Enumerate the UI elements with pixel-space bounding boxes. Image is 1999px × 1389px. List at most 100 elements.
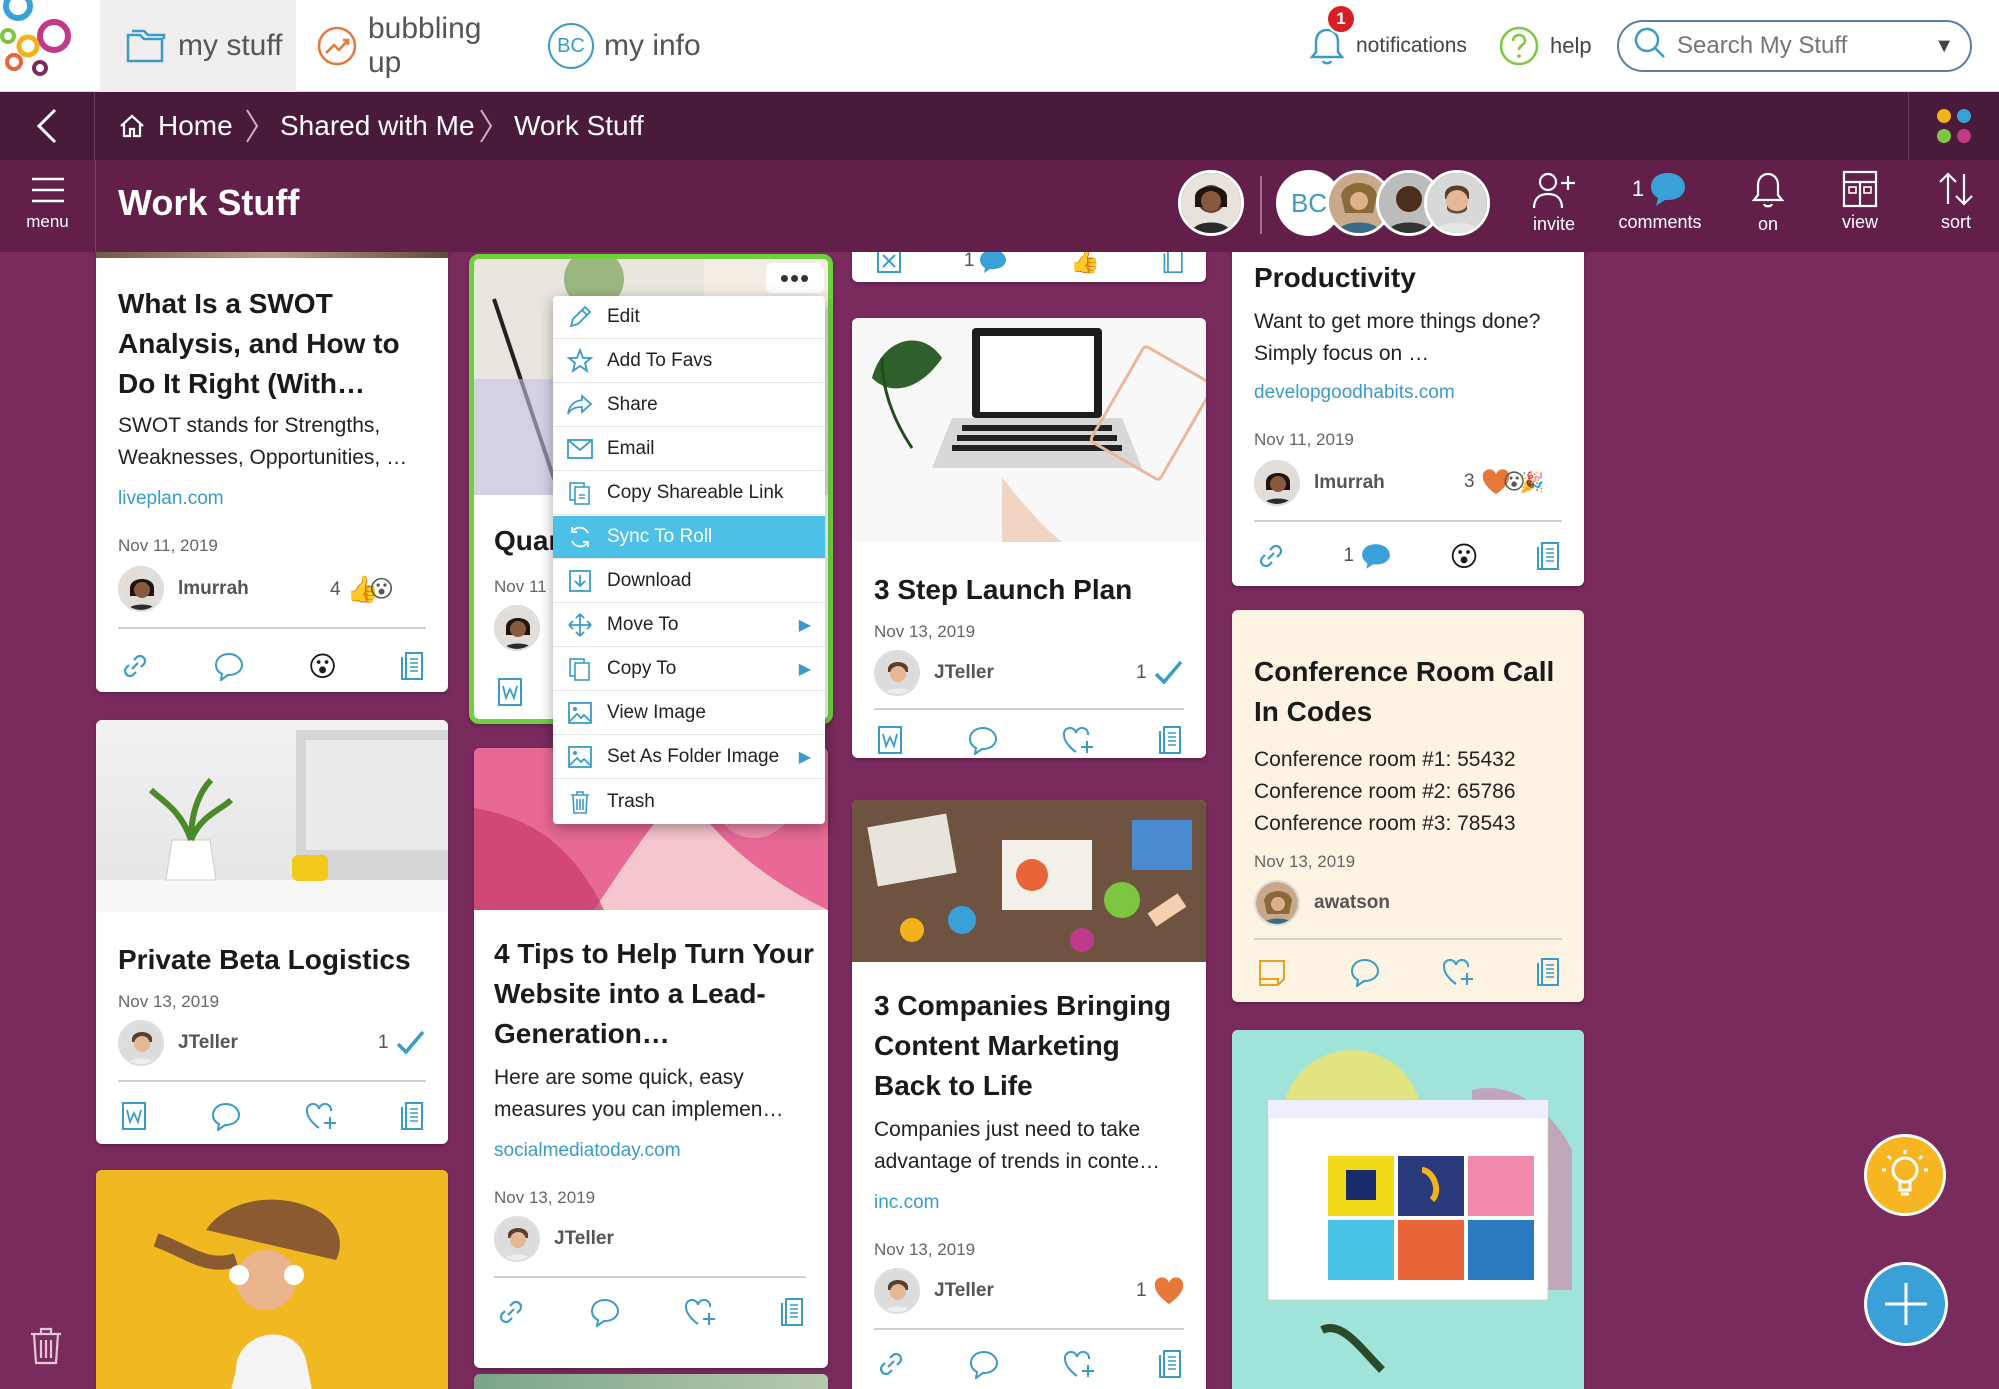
comment-icon[interactable] bbox=[213, 651, 245, 681]
menu-item-email[interactable]: Email bbox=[553, 428, 825, 471]
word-doc-icon[interactable] bbox=[496, 677, 524, 707]
breadcrumb-shared-with-me[interactable]: Shared with Me bbox=[280, 92, 475, 160]
details-page-icon[interactable] bbox=[1536, 541, 1562, 571]
card-link[interactable]: socialmediatoday.com bbox=[494, 1140, 681, 1162]
thumbs-up-icon[interactable]: 👍 bbox=[1070, 252, 1100, 276]
card-image-music[interactable] bbox=[96, 1170, 448, 1389]
check-summary[interactable]: 1 bbox=[378, 1028, 425, 1058]
menu-item-edit[interactable]: Edit bbox=[553, 296, 825, 339]
details-page-icon[interactable] bbox=[1162, 252, 1186, 274]
search-dropdown-icon[interactable]: ▼ bbox=[1934, 35, 1954, 58]
card-author[interactable]: JTeller bbox=[118, 1020, 238, 1066]
add-reaction-heart-icon[interactable] bbox=[1062, 1349, 1096, 1379]
comment-icon[interactable] bbox=[589, 1297, 621, 1327]
comments-button[interactable]: 1 comments bbox=[1610, 170, 1710, 250]
card-author[interactable]: JTeller bbox=[874, 650, 994, 696]
tab-my-info[interactable]: BC my info bbox=[548, 0, 728, 92]
excel-doc-icon[interactable] bbox=[876, 252, 902, 274]
tab-bubbling-up[interactable]: bubbling up bbox=[316, 0, 516, 92]
reaction-summary[interactable]: 4 👍 😮 bbox=[330, 574, 394, 605]
comment-summary[interactable]: 1 bbox=[964, 252, 1009, 274]
card-partial[interactable] bbox=[474, 1374, 828, 1389]
link-icon[interactable] bbox=[120, 651, 150, 681]
comment-icon[interactable] bbox=[968, 1349, 1000, 1379]
breadcrumb-home[interactable]: Home bbox=[118, 92, 233, 160]
comment-icon[interactable] bbox=[210, 1101, 242, 1131]
avatar bbox=[1254, 460, 1300, 506]
word-doc-icon[interactable] bbox=[876, 725, 904, 755]
add-reaction-heart-icon[interactable] bbox=[304, 1101, 338, 1131]
comment-icon[interactable] bbox=[967, 725, 999, 755]
card-author[interactable]: lmurrah bbox=[118, 566, 249, 612]
help-button[interactable]: help bbox=[1498, 0, 1598, 92]
card-link[interactable]: developgoodhabits.com bbox=[1254, 382, 1455, 404]
card-3-companies[interactable]: 3 Companies Bringing Content Marketing B… bbox=[852, 800, 1206, 1389]
menu-item-trash[interactable]: Trash bbox=[553, 780, 825, 823]
menu-item-download[interactable]: Download bbox=[553, 560, 825, 603]
add-reaction-heart-icon[interactable] bbox=[1441, 957, 1475, 987]
details-page-icon[interactable] bbox=[1158, 725, 1184, 755]
card-more-button[interactable]: ••• bbox=[766, 263, 824, 293]
note-icon[interactable] bbox=[1256, 957, 1288, 987]
notifications-toggle-button[interactable]: on bbox=[1732, 170, 1804, 250]
menu-item-copy-shareable-link[interactable]: Copy Shareable Link bbox=[553, 472, 825, 515]
back-button[interactable] bbox=[0, 92, 95, 160]
link-icon[interactable] bbox=[496, 1297, 526, 1327]
menu-item-set-as-folder-image[interactable]: Set As Folder Image ▶ bbox=[553, 736, 825, 779]
details-page-icon[interactable] bbox=[1536, 957, 1562, 987]
reaction-summary[interactable]: 3 😮 🎉 bbox=[1464, 468, 1544, 496]
add-reaction-heart-icon[interactable] bbox=[1061, 725, 1095, 755]
wow-face-icon[interactable]: 😮 bbox=[308, 650, 337, 683]
heart-summary[interactable]: 1 bbox=[1136, 1276, 1185, 1306]
member-avatar[interactable] bbox=[1424, 170, 1490, 236]
card-author[interactable]: JTeller bbox=[494, 1216, 614, 1262]
search-input[interactable] bbox=[1677, 32, 1917, 60]
details-page-icon[interactable] bbox=[780, 1297, 806, 1327]
comment-icon[interactable] bbox=[1349, 957, 1381, 987]
avatar[interactable] bbox=[494, 605, 540, 651]
ideas-button[interactable] bbox=[1864, 1134, 1946, 1216]
add-reaction-heart-icon[interactable] bbox=[683, 1297, 717, 1327]
menu-item-share[interactable]: Share bbox=[553, 384, 825, 427]
details-page-icon[interactable] bbox=[400, 1101, 426, 1131]
breadcrumb-work-stuff[interactable]: Work Stuff bbox=[514, 92, 644, 160]
card-4-tips[interactable]: 4 Tips to Help Turn Your Website into a … bbox=[474, 748, 828, 1368]
card-author[interactable]: lmurrah bbox=[1254, 460, 1385, 506]
card-3-step-launch[interactable]: 3 Step Launch Plan Nov 13, 2019 JTeller … bbox=[852, 318, 1206, 758]
apps-grid-button[interactable] bbox=[1908, 92, 1999, 160]
menu-item-copy-to[interactable]: Copy To ▶ bbox=[553, 648, 825, 691]
card-link[interactable]: inc.com bbox=[874, 1192, 939, 1214]
card-image-illustration[interactable] bbox=[1232, 1030, 1584, 1389]
invite-button[interactable]: invite bbox=[1516, 170, 1592, 250]
details-page-icon[interactable] bbox=[400, 651, 426, 681]
word-doc-icon[interactable] bbox=[120, 1101, 148, 1131]
add-item-button[interactable] bbox=[1864, 1262, 1948, 1346]
tab-my-stuff[interactable]: my stuff bbox=[100, 0, 296, 92]
card-private-beta[interactable]: Private Beta Logistics Nov 13, 2019 JTel… bbox=[96, 720, 448, 1144]
card-author[interactable]: JTeller bbox=[874, 1268, 994, 1314]
card-spreadsheet-partial[interactable]: 1 👍 bbox=[852, 252, 1206, 282]
card-swot[interactable]: What Is a SWOT Analysis, and How to Do I… bbox=[96, 252, 448, 692]
card-conference-note[interactable]: Conference Room Call In Codes Conference… bbox=[1232, 610, 1584, 1002]
card-link[interactable]: liveplan.com bbox=[118, 488, 224, 510]
trash-bin-button[interactable] bbox=[28, 1326, 68, 1370]
sort-button[interactable]: sort bbox=[1920, 170, 1992, 250]
comment-summary[interactable]: 1 bbox=[1343, 542, 1392, 570]
card-date: Nov 13, 2019 bbox=[118, 992, 220, 1011]
menu-item-move-to[interactable]: Move To ▶ bbox=[553, 604, 825, 647]
check-summary[interactable]: 1 bbox=[1136, 658, 1183, 688]
notifications-button[interactable]: notifications 1 bbox=[1308, 0, 1468, 92]
app-logo[interactable] bbox=[0, 0, 100, 92]
menu-button[interactable]: menu bbox=[0, 176, 95, 256]
view-button[interactable]: view bbox=[1824, 170, 1896, 250]
menu-item-add-to-favs[interactable]: Add To Favs bbox=[553, 340, 825, 383]
menu-item-view-image[interactable]: View Image bbox=[553, 692, 825, 735]
card-productivity[interactable]: Productivity Want to get more things don… bbox=[1232, 252, 1584, 586]
details-page-icon[interactable] bbox=[1158, 1349, 1184, 1379]
card-author[interactable]: awatson bbox=[1254, 880, 1390, 926]
wow-face-icon[interactable]: 😮 bbox=[1449, 540, 1478, 573]
link-icon[interactable] bbox=[876, 1349, 906, 1379]
owner-avatar[interactable] bbox=[1178, 170, 1244, 236]
menu-item-sync-to-roll[interactable]: Sync To Roll bbox=[553, 516, 825, 559]
link-icon[interactable] bbox=[1256, 541, 1286, 571]
